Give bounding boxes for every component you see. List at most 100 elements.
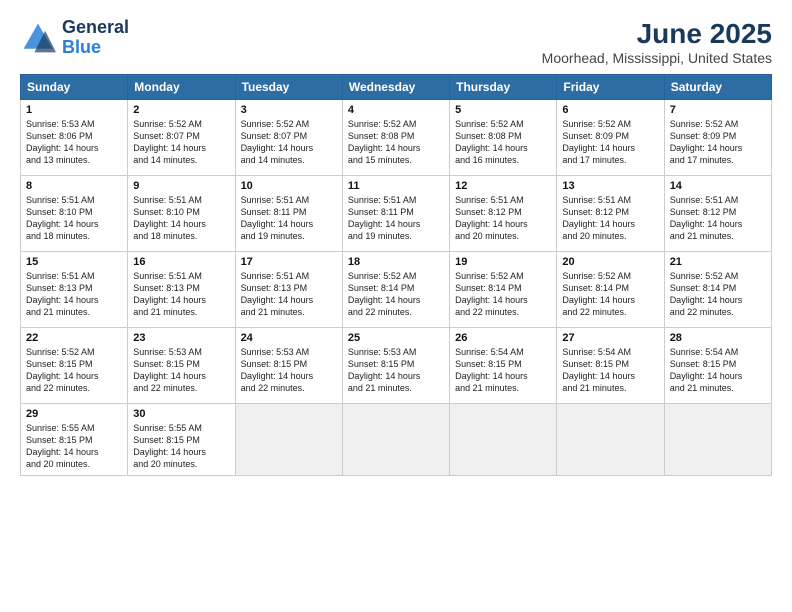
- col-monday: Monday: [128, 75, 235, 100]
- col-wednesday: Wednesday: [342, 75, 449, 100]
- calendar-cell: 4 Sunrise: 5:52 AM Sunset: 8:08 PM Daylig…: [342, 100, 449, 176]
- header: General Blue June 2025 Moorhead, Mississ…: [20, 18, 772, 66]
- month-year: June 2025: [542, 18, 772, 50]
- calendar-week-3: 15 Sunrise: 5:51 AM Sunset: 8:13 PM Dayli…: [21, 252, 772, 328]
- day-number: 21: [670, 256, 766, 268]
- day-info: Sunrise: 5:54 AM Sunset: 8:15 PM Dayligh…: [562, 346, 658, 395]
- calendar-cell: 20Sunrise: 5:52 AM Sunset: 8:14 PM Dayli…: [557, 252, 664, 328]
- day-info: Sunrise: 5:51 AM Sunset: 8:13 PM Dayligh…: [26, 270, 122, 319]
- location: Moorhead, Mississippi, United States: [542, 50, 772, 66]
- calendar-week-2: 8Sunrise: 5:51 AM Sunset: 8:10 PM Daylig…: [21, 176, 772, 252]
- calendar-cell: 26 Sunrise: 5:54 AM Sunset: 8:15 PM Dayli…: [450, 328, 557, 404]
- calendar-cell: 2 Sunrise: 5:52 AM Sunset: 8:07 PM Daylig…: [128, 100, 235, 176]
- calendar-cell: 22 Sunrise: 5:52 AM Sunset: 8:15 PM Dayli…: [21, 328, 128, 404]
- calendar-cell: 28 Sunrise: 5:54 AM Sunset: 8:15 PM Dayli…: [664, 328, 771, 404]
- day-info: Sunrise: 5:54 AM Sunset: 8:15 PM Dayligh…: [670, 346, 766, 395]
- calendar-cell: 1 Sunrise: 5:53 AM Sunset: 8:06 PM Daylig…: [21, 100, 128, 176]
- day-number: 7: [670, 104, 766, 116]
- day-number: 25: [348, 332, 444, 344]
- col-friday: Friday: [557, 75, 664, 100]
- calendar-cell: 17Sunrise: 5:51 AM Sunset: 8:13 PM Dayli…: [235, 252, 342, 328]
- calendar-cell: [342, 404, 449, 476]
- day-number: 10: [241, 180, 337, 192]
- calendar-cell: 5Sunrise: 5:52 AM Sunset: 8:08 PM Daylig…: [450, 100, 557, 176]
- day-number: 22: [26, 332, 122, 344]
- day-info: Sunrise: 5:51 AM Sunset: 8:12 PM Dayligh…: [455, 194, 551, 243]
- col-sunday: Sunday: [21, 75, 128, 100]
- day-info: Sunrise: 5:53 AM Sunset: 8:15 PM Dayligh…: [348, 346, 444, 395]
- logo: General Blue: [20, 18, 129, 58]
- day-info: Sunrise: 5:51 AM Sunset: 8:11 PM Dayligh…: [241, 194, 337, 243]
- day-info: Sunrise: 5:52 AM Sunset: 8:15 PM Dayligh…: [26, 346, 122, 395]
- day-number: 3: [241, 104, 337, 116]
- day-info: Sunrise: 5:51 AM Sunset: 8:11 PM Dayligh…: [348, 194, 444, 243]
- logo-text: General Blue: [62, 18, 129, 58]
- day-info: Sunrise: 5:52 AM Sunset: 8:14 PM Dayligh…: [562, 270, 658, 319]
- day-info: Sunrise: 5:54 AM Sunset: 8:15 PM Dayligh…: [455, 346, 551, 395]
- col-saturday: Saturday: [664, 75, 771, 100]
- calendar-week-1: 1 Sunrise: 5:53 AM Sunset: 8:06 PM Daylig…: [21, 100, 772, 176]
- day-number: 1: [26, 104, 122, 116]
- day-number: 26: [455, 332, 551, 344]
- calendar-cell: [557, 404, 664, 476]
- calendar-week-4: 22 Sunrise: 5:52 AM Sunset: 8:15 PM Dayli…: [21, 328, 772, 404]
- day-number: 6: [562, 104, 658, 116]
- calendar-table: Sunday Monday Tuesday Wednesday Thursday…: [20, 74, 772, 476]
- day-info: Sunrise: 5:51 AM Sunset: 8:13 PM Dayligh…: [133, 270, 229, 319]
- calendar-cell: 27 Sunrise: 5:54 AM Sunset: 8:15 PM Dayli…: [557, 328, 664, 404]
- calendar-cell: 7 Sunrise: 5:52 AM Sunset: 8:09 PM Daylig…: [664, 100, 771, 176]
- day-number: 27: [562, 332, 658, 344]
- calendar-cell: 12 Sunrise: 5:51 AM Sunset: 8:12 PM Dayli…: [450, 176, 557, 252]
- calendar-cell: 3 Sunrise: 5:52 AM Sunset: 8:07 PM Daylig…: [235, 100, 342, 176]
- calendar-cell: 29Sunrise: 5:55 AM Sunset: 8:15 PM Dayli…: [21, 404, 128, 476]
- day-info: Sunrise: 5:52 AM Sunset: 8:07 PM Dayligh…: [241, 118, 337, 167]
- day-info: Sunrise: 5:55 AM Sunset: 8:15 PM Dayligh…: [133, 422, 229, 471]
- calendar-cell: 8Sunrise: 5:51 AM Sunset: 8:10 PM Daylig…: [21, 176, 128, 252]
- calendar-cell: [450, 404, 557, 476]
- day-info: Sunrise: 5:53 AM Sunset: 8:15 PM Dayligh…: [133, 346, 229, 395]
- day-info: Sunrise: 5:52 AM Sunset: 8:09 PM Dayligh…: [670, 118, 766, 167]
- day-info: Sunrise: 5:55 AM Sunset: 8:15 PM Dayligh…: [26, 422, 122, 471]
- logo-icon: [20, 20, 56, 56]
- calendar-cell: 6 Sunrise: 5:52 AM Sunset: 8:09 PM Daylig…: [557, 100, 664, 176]
- page: General Blue June 2025 Moorhead, Mississ…: [0, 0, 792, 612]
- day-info: Sunrise: 5:53 AM Sunset: 8:06 PM Dayligh…: [26, 118, 122, 167]
- day-number: 19: [455, 256, 551, 268]
- calendar-cell: 16Sunrise: 5:51 AM Sunset: 8:13 PM Dayli…: [128, 252, 235, 328]
- day-number: 4: [348, 104, 444, 116]
- calendar-cell: 13 Sunrise: 5:51 AM Sunset: 8:12 PM Dayli…: [557, 176, 664, 252]
- calendar-cell: 11 Sunrise: 5:51 AM Sunset: 8:11 PM Dayli…: [342, 176, 449, 252]
- header-row: Sunday Monday Tuesday Wednesday Thursday…: [21, 75, 772, 100]
- day-number: 18: [348, 256, 444, 268]
- day-info: Sunrise: 5:51 AM Sunset: 8:13 PM Dayligh…: [241, 270, 337, 319]
- calendar-cell: 15 Sunrise: 5:51 AM Sunset: 8:13 PM Dayli…: [21, 252, 128, 328]
- day-number: 9: [133, 180, 229, 192]
- day-number: 12: [455, 180, 551, 192]
- day-info: Sunrise: 5:52 AM Sunset: 8:08 PM Dayligh…: [348, 118, 444, 167]
- day-number: 30: [133, 408, 229, 420]
- day-number: 2: [133, 104, 229, 116]
- calendar-cell: [235, 404, 342, 476]
- calendar-cell: 19Sunrise: 5:52 AM Sunset: 8:14 PM Dayli…: [450, 252, 557, 328]
- day-number: 13: [562, 180, 658, 192]
- calendar-cell: 14 Sunrise: 5:51 AM Sunset: 8:12 PM Dayli…: [664, 176, 771, 252]
- calendar-cell: 25 Sunrise: 5:53 AM Sunset: 8:15 PM Dayli…: [342, 328, 449, 404]
- day-number: 11: [348, 180, 444, 192]
- day-info: Sunrise: 5:52 AM Sunset: 8:14 PM Dayligh…: [348, 270, 444, 319]
- col-thursday: Thursday: [450, 75, 557, 100]
- day-info: Sunrise: 5:51 AM Sunset: 8:10 PM Dayligh…: [26, 194, 122, 243]
- calendar-cell: 18 Sunrise: 5:52 AM Sunset: 8:14 PM Dayli…: [342, 252, 449, 328]
- day-number: 14: [670, 180, 766, 192]
- calendar-cell: 21 Sunrise: 5:52 AM Sunset: 8:14 PM Dayli…: [664, 252, 771, 328]
- day-info: Sunrise: 5:51 AM Sunset: 8:12 PM Dayligh…: [562, 194, 658, 243]
- day-number: 15: [26, 256, 122, 268]
- day-info: Sunrise: 5:52 AM Sunset: 8:07 PM Dayligh…: [133, 118, 229, 167]
- calendar-cell: 23Sunrise: 5:53 AM Sunset: 8:15 PM Dayli…: [128, 328, 235, 404]
- day-info: Sunrise: 5:52 AM Sunset: 8:09 PM Dayligh…: [562, 118, 658, 167]
- day-info: Sunrise: 5:53 AM Sunset: 8:15 PM Dayligh…: [241, 346, 337, 395]
- day-info: Sunrise: 5:51 AM Sunset: 8:12 PM Dayligh…: [670, 194, 766, 243]
- calendar-cell: 24Sunrise: 5:53 AM Sunset: 8:15 PM Dayli…: [235, 328, 342, 404]
- day-info: Sunrise: 5:52 AM Sunset: 8:14 PM Dayligh…: [670, 270, 766, 319]
- calendar-cell: 30 Sunrise: 5:55 AM Sunset: 8:15 PM Dayli…: [128, 404, 235, 476]
- day-number: 28: [670, 332, 766, 344]
